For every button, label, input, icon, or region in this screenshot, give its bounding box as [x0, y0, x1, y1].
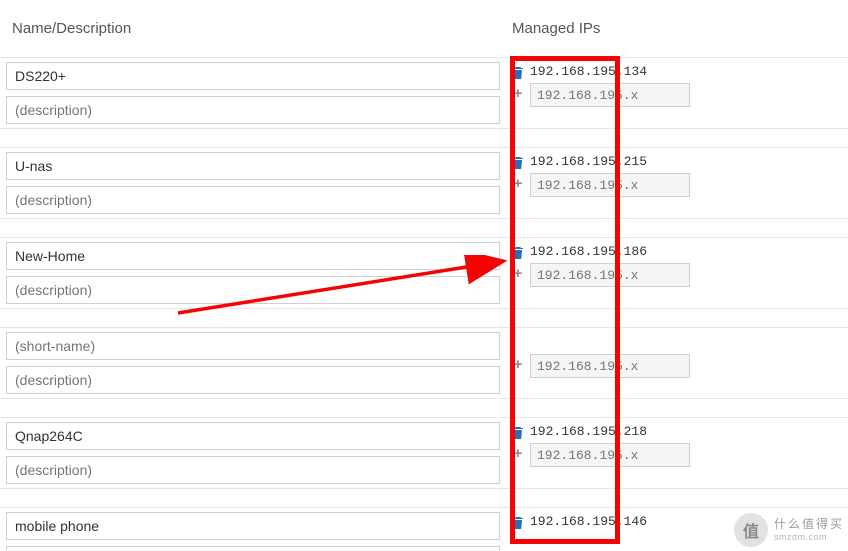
watermark-badge-icon: 值	[734, 513, 768, 547]
short-name-input[interactable]	[6, 152, 500, 180]
description-input[interactable]	[6, 546, 500, 551]
plus-icon[interactable]: +	[512, 89, 524, 101]
plus-icon[interactable]: +	[512, 179, 524, 191]
trash-icon[interactable]	[512, 245, 524, 259]
short-name-input[interactable]	[6, 242, 500, 270]
watermark-line2: smzdm.com	[774, 532, 844, 543]
ip-address: 192.168.195.218	[530, 424, 647, 439]
trash-icon[interactable]	[512, 515, 524, 529]
description-input[interactable]	[6, 96, 500, 124]
description-input[interactable]	[6, 186, 500, 214]
plus-icon[interactable]: +	[512, 449, 524, 461]
ip-address: 192.168.195.134	[530, 64, 647, 79]
description-input[interactable]	[6, 366, 500, 394]
host-row: 192.168.195.218 +	[0, 417, 848, 489]
trash-icon[interactable]	[512, 65, 524, 79]
ip-add-input[interactable]	[530, 354, 690, 378]
description-input[interactable]	[6, 456, 500, 484]
ip-add-input[interactable]	[530, 263, 690, 287]
ip-address: 192.168.195.186	[530, 244, 647, 259]
ip-add-input[interactable]	[530, 443, 690, 467]
ip-add-input[interactable]	[530, 173, 690, 197]
plus-icon[interactable]: +	[512, 360, 524, 372]
ip-address: 192.168.195.215	[530, 154, 647, 169]
header-name-description: Name/Description	[12, 20, 131, 37]
watermark: 值 什么值得买 smzdm.com	[734, 513, 844, 547]
host-row: 192.168.195.134 +	[0, 57, 848, 129]
plus-icon[interactable]: +	[512, 269, 524, 281]
short-name-input[interactable]	[6, 512, 500, 540]
short-name-input[interactable]	[6, 62, 500, 90]
description-input[interactable]	[6, 276, 500, 304]
header-managed-ips: Managed IPs	[512, 20, 600, 37]
short-name-input[interactable]	[6, 422, 500, 450]
trash-icon[interactable]	[512, 155, 524, 169]
ip-address: 192.168.195.146	[530, 514, 647, 529]
host-row: 192.168.195.146	[0, 507, 848, 551]
host-row: +	[0, 327, 848, 399]
short-name-input[interactable]	[6, 332, 500, 360]
host-row: 192.168.195.186 +	[0, 237, 848, 309]
ip-add-input[interactable]	[530, 83, 690, 107]
host-row: 192.168.195.215 +	[0, 147, 848, 219]
trash-icon[interactable]	[512, 425, 524, 439]
watermark-line1: 什么值得买	[774, 517, 844, 531]
